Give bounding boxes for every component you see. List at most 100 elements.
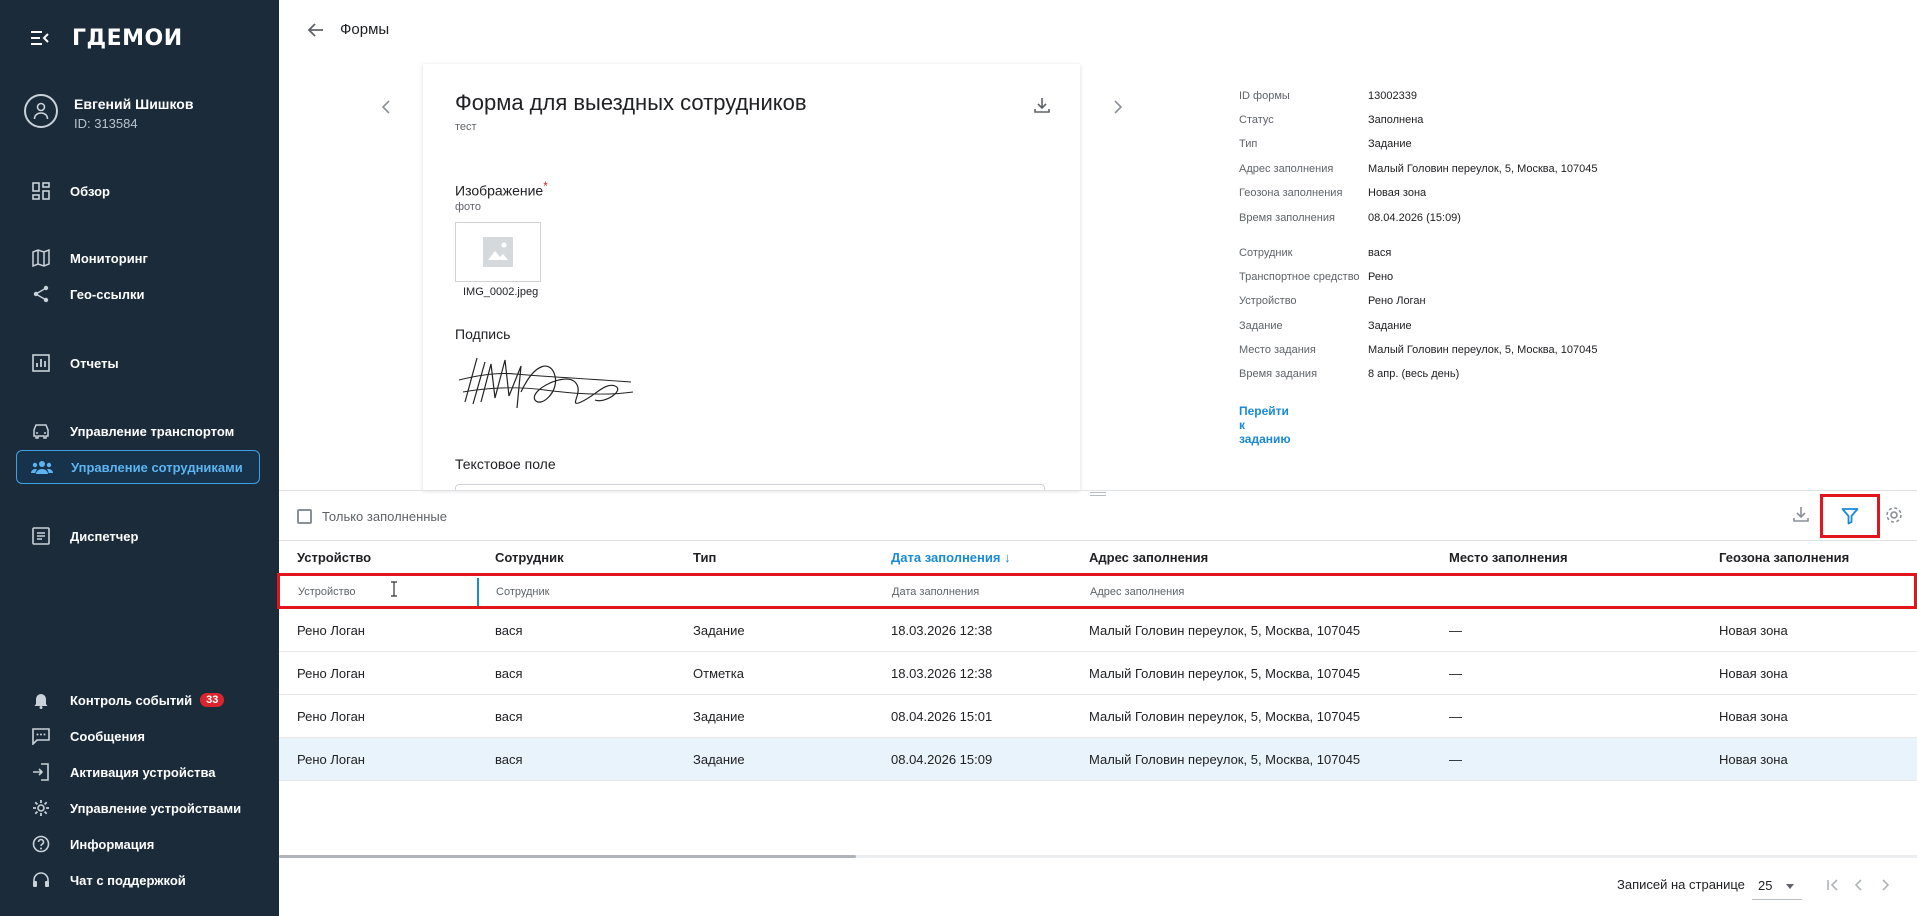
dashboard-icon [30,180,52,202]
cell-fill-date: 18.03.2026 12:38 [891,666,993,681]
sidebar-item-support-chat[interactable]: Чат с поддержкой [16,863,260,897]
detail-row: Тип Задание [1239,138,1412,150]
column-header-device[interactable]: Устройство [297,550,371,565]
dispatcher-icon [30,525,52,547]
cell-fill-geozone: Новая зона [1719,666,1788,681]
sidebar: ГДЕМОИ Евгений Шишков ID: 313584 Обзор М… [0,0,279,916]
next-page-icon[interactable] [1878,878,1892,897]
cell-type: Задание [693,752,745,767]
brand-logo[interactable]: ГДЕМОИ [72,26,183,51]
sidebar-item-information[interactable]: Информация [16,827,260,861]
sidebar-item-device-management[interactable]: Управление устройствами [16,791,260,825]
table-settings-icon[interactable] [1884,505,1904,530]
detail-row: Задание Задание [1239,320,1412,332]
image-placeholder-icon [483,237,513,267]
cell-fill-place: — [1449,666,1462,681]
image-thumbnail[interactable] [455,222,541,282]
cell-fill-address: Малый Головин переулок, 5, Москва, 10704… [1089,709,1361,724]
cell-fill-place: — [1449,623,1462,638]
drag-handle-icon[interactable] [1090,492,1106,496]
page-title: Формы [340,21,390,38]
gear-icon [30,797,52,819]
cell-fill-geozone: Новая зона [1719,623,1788,638]
form-subtitle: тест [455,121,477,133]
cell-device: Рено Логан [297,666,365,681]
sidebar-item-device-activation[interactable]: Активация устройства [16,755,260,789]
employee-filter-input[interactable]: Сотрудник [496,586,549,598]
car-icon [30,420,52,442]
detail-row: ID формы 13002339 [1239,90,1417,102]
image-field-hint: фото [455,201,481,213]
per-page-select[interactable]: 25 [1752,872,1802,900]
column-header-type[interactable]: Тип [693,550,716,565]
sidebar-item-label: Отчеты [70,355,119,371]
sidebar-item-employees[interactable]: Управление сотрудниками [16,450,260,484]
sidebar-item-label: Мониторинг [70,250,148,266]
table-row[interactable]: Рено Логан вася Отметка 18.03.2026 12:38… [279,652,1917,695]
sidebar-item-label: Управление транспортом [70,423,235,439]
table-row-selected[interactable]: Рено Логан вася Задание 08.04.2026 15:09… [279,738,1917,781]
device-filter-input[interactable]: Устройство [298,586,356,598]
chevron-left-icon[interactable] [380,98,392,121]
table-row[interactable]: Рено Логан вася Задание 18.03.2026 12:38… [279,609,1917,652]
event-count-badge: 33 [200,693,225,707]
cell-employee: вася [495,752,523,767]
cell-type: Задание [693,623,745,638]
bell-icon [30,689,52,711]
sidebar-item-event-control[interactable]: Контроль событий 33 [16,683,260,717]
only-filled-checkbox[interactable] [297,509,312,524]
sidebar-item-reports[interactable]: Отчеты [16,346,260,380]
sidebar-item-dispatcher[interactable]: Диспетчер [16,519,260,553]
signature-field-label: Подпись [455,326,511,342]
sidebar-item-messages[interactable]: Сообщения [16,719,260,753]
detail-row: Сотрудник вася [1239,247,1392,259]
column-header-fill-address[interactable]: Адрес заполнения [1089,550,1208,565]
sidebar-item-label: Диспетчер [70,528,139,544]
text-field-label: Текстовое поле [455,456,556,472]
user-profile[interactable]: Евгений Шишков ID: 313584 [24,94,264,140]
back-arrow-icon[interactable] [306,20,326,45]
sidebar-item-overview[interactable]: Обзор [16,174,260,208]
sidebar-item-label: Гео-ссылки [70,286,145,302]
detail-row: Статус Заполнена [1239,114,1424,126]
cell-fill-geozone: Новая зона [1719,752,1788,767]
go-to-task-link[interactable]: Перейти к заданию [1239,404,1291,446]
cell-fill-address: Малый Головин переулок, 5, Москва, 10704… [1089,752,1361,767]
filter-focus-divider [477,578,479,606]
only-filled-toggle[interactable]: Только заполненные [297,509,447,524]
column-header-fill-geozone[interactable]: Геозона заполнения [1719,550,1849,565]
cell-type: Отметка [693,666,744,681]
cell-fill-place: — [1449,752,1462,767]
sidebar-item-label: Информация [70,836,155,852]
help-icon [30,833,52,855]
download-icon[interactable] [1033,96,1051,119]
detail-row: Время задания 8 апр. (весь день) [1239,368,1460,380]
chevron-right-icon[interactable] [1112,98,1124,121]
signature-image [455,352,635,425]
horizontal-scrollbar[interactable] [279,855,856,858]
column-header-fill-place[interactable]: Место заполнения [1449,550,1568,565]
detail-row: Адрес заполнения Малый Головин переулок, … [1239,163,1598,175]
table-row[interactable]: Рено Логан вася Задание 08.04.2026 15:01… [279,695,1917,738]
cell-fill-date: 08.04.2026 15:01 [891,709,993,724]
user-id: ID: 313584 [74,116,138,131]
avatar [24,94,58,128]
address-filter-input[interactable]: Адрес заполнения [1090,586,1184,598]
cell-fill-address: Малый Головин переулок, 5, Москва, 10704… [1089,623,1361,638]
sidebar-item-monitoring[interactable]: Мониторинг [16,241,260,275]
sidebar-item-geolinks[interactable]: Гео-ссылки [16,277,260,311]
cell-employee: вася [495,709,523,724]
column-header-fill-date[interactable]: Дата заполнения ↓ [891,550,1011,565]
first-page-icon[interactable] [1826,878,1840,897]
date-filter-input[interactable]: Дата заполнения [892,586,979,598]
filter-button[interactable] [1820,494,1880,538]
share-icon [30,283,52,305]
people-icon [31,456,53,478]
export-download-icon[interactable] [1792,505,1810,528]
menu-collapse-icon[interactable] [30,30,50,46]
sidebar-item-transport[interactable]: Управление транспортом [16,414,260,448]
sidebar-item-label: Управление сотрудниками [71,459,243,475]
previous-page-icon[interactable] [1852,878,1866,897]
panel-splitter[interactable] [279,490,1917,491]
column-header-employee[interactable]: Сотрудник [495,550,564,565]
